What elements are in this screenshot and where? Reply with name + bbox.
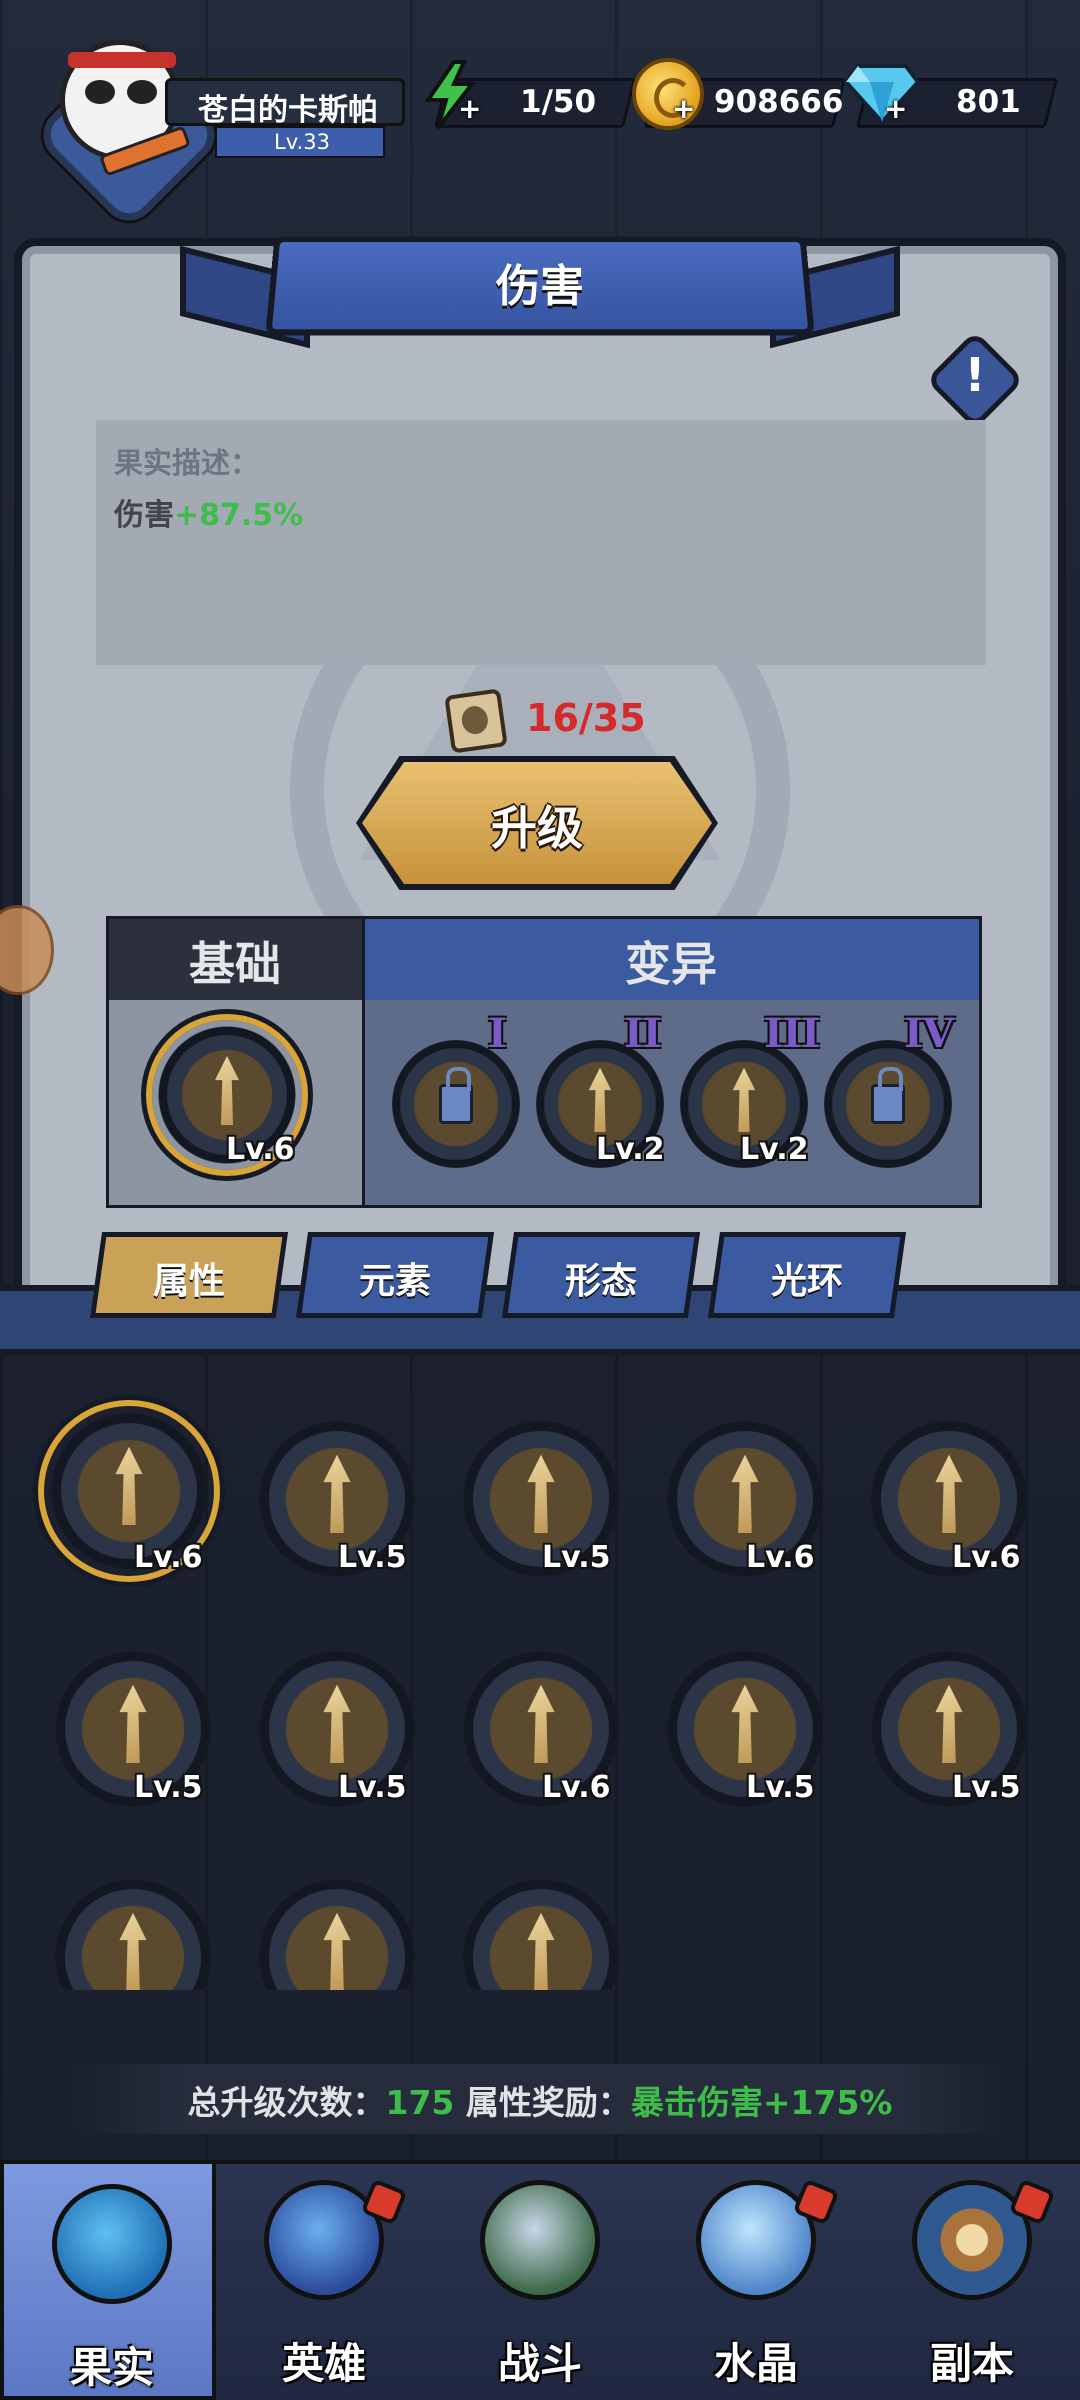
summary-bonus-label: 属性奖励： bbox=[465, 2083, 631, 2122]
broken-heart-icon bbox=[323, 1684, 351, 1763]
description-bonus: +87.5% bbox=[174, 498, 304, 533]
upgrade-button-label: 升级 bbox=[491, 801, 583, 855]
tab-forms-label: 形态 bbox=[564, 1261, 637, 1302]
upgrade-cost: 16/35 bbox=[526, 696, 646, 740]
chevrons-icon bbox=[935, 1454, 963, 1533]
nav-dungeon-label: 副本 bbox=[929, 2339, 1014, 2388]
mutation-level-2: Lv.2 bbox=[596, 1132, 665, 1167]
sword-icon bbox=[480, 2180, 600, 2300]
base-skill-level: Lv.6 bbox=[226, 1132, 295, 1167]
four-arrows-icon bbox=[527, 1454, 555, 1533]
mutation-roman-3: III bbox=[764, 1010, 821, 1057]
player-name: 苍白的卡斯帕 bbox=[198, 93, 378, 128]
description-line: 伤害+87.5% bbox=[114, 490, 303, 534]
nav-dungeon[interactable]: 副本 bbox=[864, 2160, 1080, 2400]
fruit-level: Lv.5 bbox=[338, 1770, 407, 1805]
fruit-slot[interactable] bbox=[48, 1872, 218, 1990]
exclamation-icon: ! bbox=[964, 348, 986, 402]
nav-fruit[interactable]: 果实 bbox=[0, 2160, 216, 2400]
rising-arrows-icon bbox=[115, 1446, 143, 1525]
mutation-level-3: Lv.2 bbox=[740, 1132, 809, 1167]
fruit-level: Lv.5 bbox=[338, 1540, 407, 1575]
shatter-icon bbox=[323, 1912, 351, 1990]
description-stat: 伤害 bbox=[114, 498, 174, 533]
fruit-slot[interactable] bbox=[252, 1872, 422, 1990]
fruit-level: Lv.5 bbox=[746, 1770, 815, 1805]
mutation-roman-2: II bbox=[624, 1010, 662, 1057]
swirl-icon bbox=[323, 1454, 351, 1533]
impact-icon bbox=[119, 1684, 147, 1763]
upgrade-summary: 总升级次数：175 属性奖励：暴击伤害+175% bbox=[70, 2076, 1010, 2124]
gem-plus-icon[interactable]: + bbox=[884, 92, 907, 125]
nav-hero-label: 英雄 bbox=[281, 2339, 366, 2388]
player-level: Lv.33 bbox=[274, 130, 330, 154]
rising-arrows-icon bbox=[215, 1056, 239, 1125]
fruit-level: Lv.5 bbox=[952, 1770, 1021, 1805]
fruit-level: Lv.6 bbox=[952, 1540, 1021, 1575]
rays-icon bbox=[935, 1684, 963, 1763]
spiral-icon bbox=[731, 1454, 759, 1533]
blue-fruit-icon bbox=[52, 2184, 172, 2304]
nav-hero[interactable]: 英雄 bbox=[216, 2160, 432, 2400]
summary-total-value: 175 bbox=[385, 2083, 455, 2122]
fruit-grid: Lv.6 Lv.5 Lv.5 Lv.6 Lv.6 Lv.5 Lv.5 Lv.6 … bbox=[0, 1360, 1080, 1990]
fruit-level: Lv.6 bbox=[542, 1770, 611, 1805]
fruit-level: Lv.5 bbox=[542, 1540, 611, 1575]
lightning-icon bbox=[527, 1912, 555, 1990]
fruit-slot[interactable] bbox=[456, 1872, 626, 1990]
mutation-header: 变异 bbox=[625, 937, 717, 991]
rising-arrows-icon bbox=[588, 1067, 612, 1132]
summary-total-label: 总升级次数： bbox=[187, 2083, 386, 2122]
tab-elements-label: 元素 bbox=[358, 1261, 431, 1302]
heart-plus-icon bbox=[527, 1684, 555, 1763]
explosion-icon bbox=[119, 1912, 147, 1990]
top-bar: 苍白的卡斯帕 Lv.33 + 1/50 + 908666 + 801 bbox=[0, 0, 1080, 232]
energy-plus-icon[interactable]: + bbox=[458, 92, 481, 125]
nav-crystal-label: 水晶 bbox=[713, 2339, 798, 2388]
mutation-roman-4: IV bbox=[904, 1010, 954, 1057]
rising-hand-icon bbox=[731, 1684, 759, 1763]
base-header: 基础 bbox=[189, 937, 281, 991]
rising-arrows-icon bbox=[732, 1067, 756, 1132]
gold-value: 908666 bbox=[714, 84, 844, 120]
gem-value: 801 bbox=[956, 84, 1021, 120]
lock-icon bbox=[439, 1067, 473, 1124]
fruit-level: Lv.6 bbox=[134, 1540, 203, 1575]
headband-icon bbox=[68, 52, 176, 68]
nav-battle[interactable]: 战斗 bbox=[432, 2160, 648, 2400]
fruit-level: Lv.5 bbox=[134, 1770, 203, 1805]
gold-plus-icon[interactable]: + bbox=[672, 92, 695, 125]
description-label: 果实描述： bbox=[114, 446, 260, 480]
nav-battle-label: 战斗 bbox=[497, 2339, 582, 2388]
tab-auras-label: 光环 bbox=[770, 1261, 843, 1302]
nav-crystal[interactable]: 水晶 bbox=[648, 2160, 864, 2400]
nav-fruit-label: 果实 bbox=[69, 2343, 154, 2392]
lock-icon bbox=[871, 1067, 905, 1124]
summary-bonus-value: 暴击伤害+175% bbox=[630, 2083, 893, 2122]
panel-title: 伤害 bbox=[496, 261, 584, 312]
mutation-roman-1: I bbox=[488, 1010, 507, 1057]
energy-value: 1/50 bbox=[520, 84, 597, 120]
player-name-plate: 苍白的卡斯帕 bbox=[165, 78, 405, 128]
diamond-icon bbox=[844, 64, 920, 125]
player-level-plate: Lv.33 bbox=[215, 126, 385, 158]
tab-attributes-label: 属性 bbox=[152, 1261, 225, 1302]
fragment-cost-icon bbox=[444, 688, 508, 754]
fruit-level: Lv.6 bbox=[746, 1540, 815, 1575]
